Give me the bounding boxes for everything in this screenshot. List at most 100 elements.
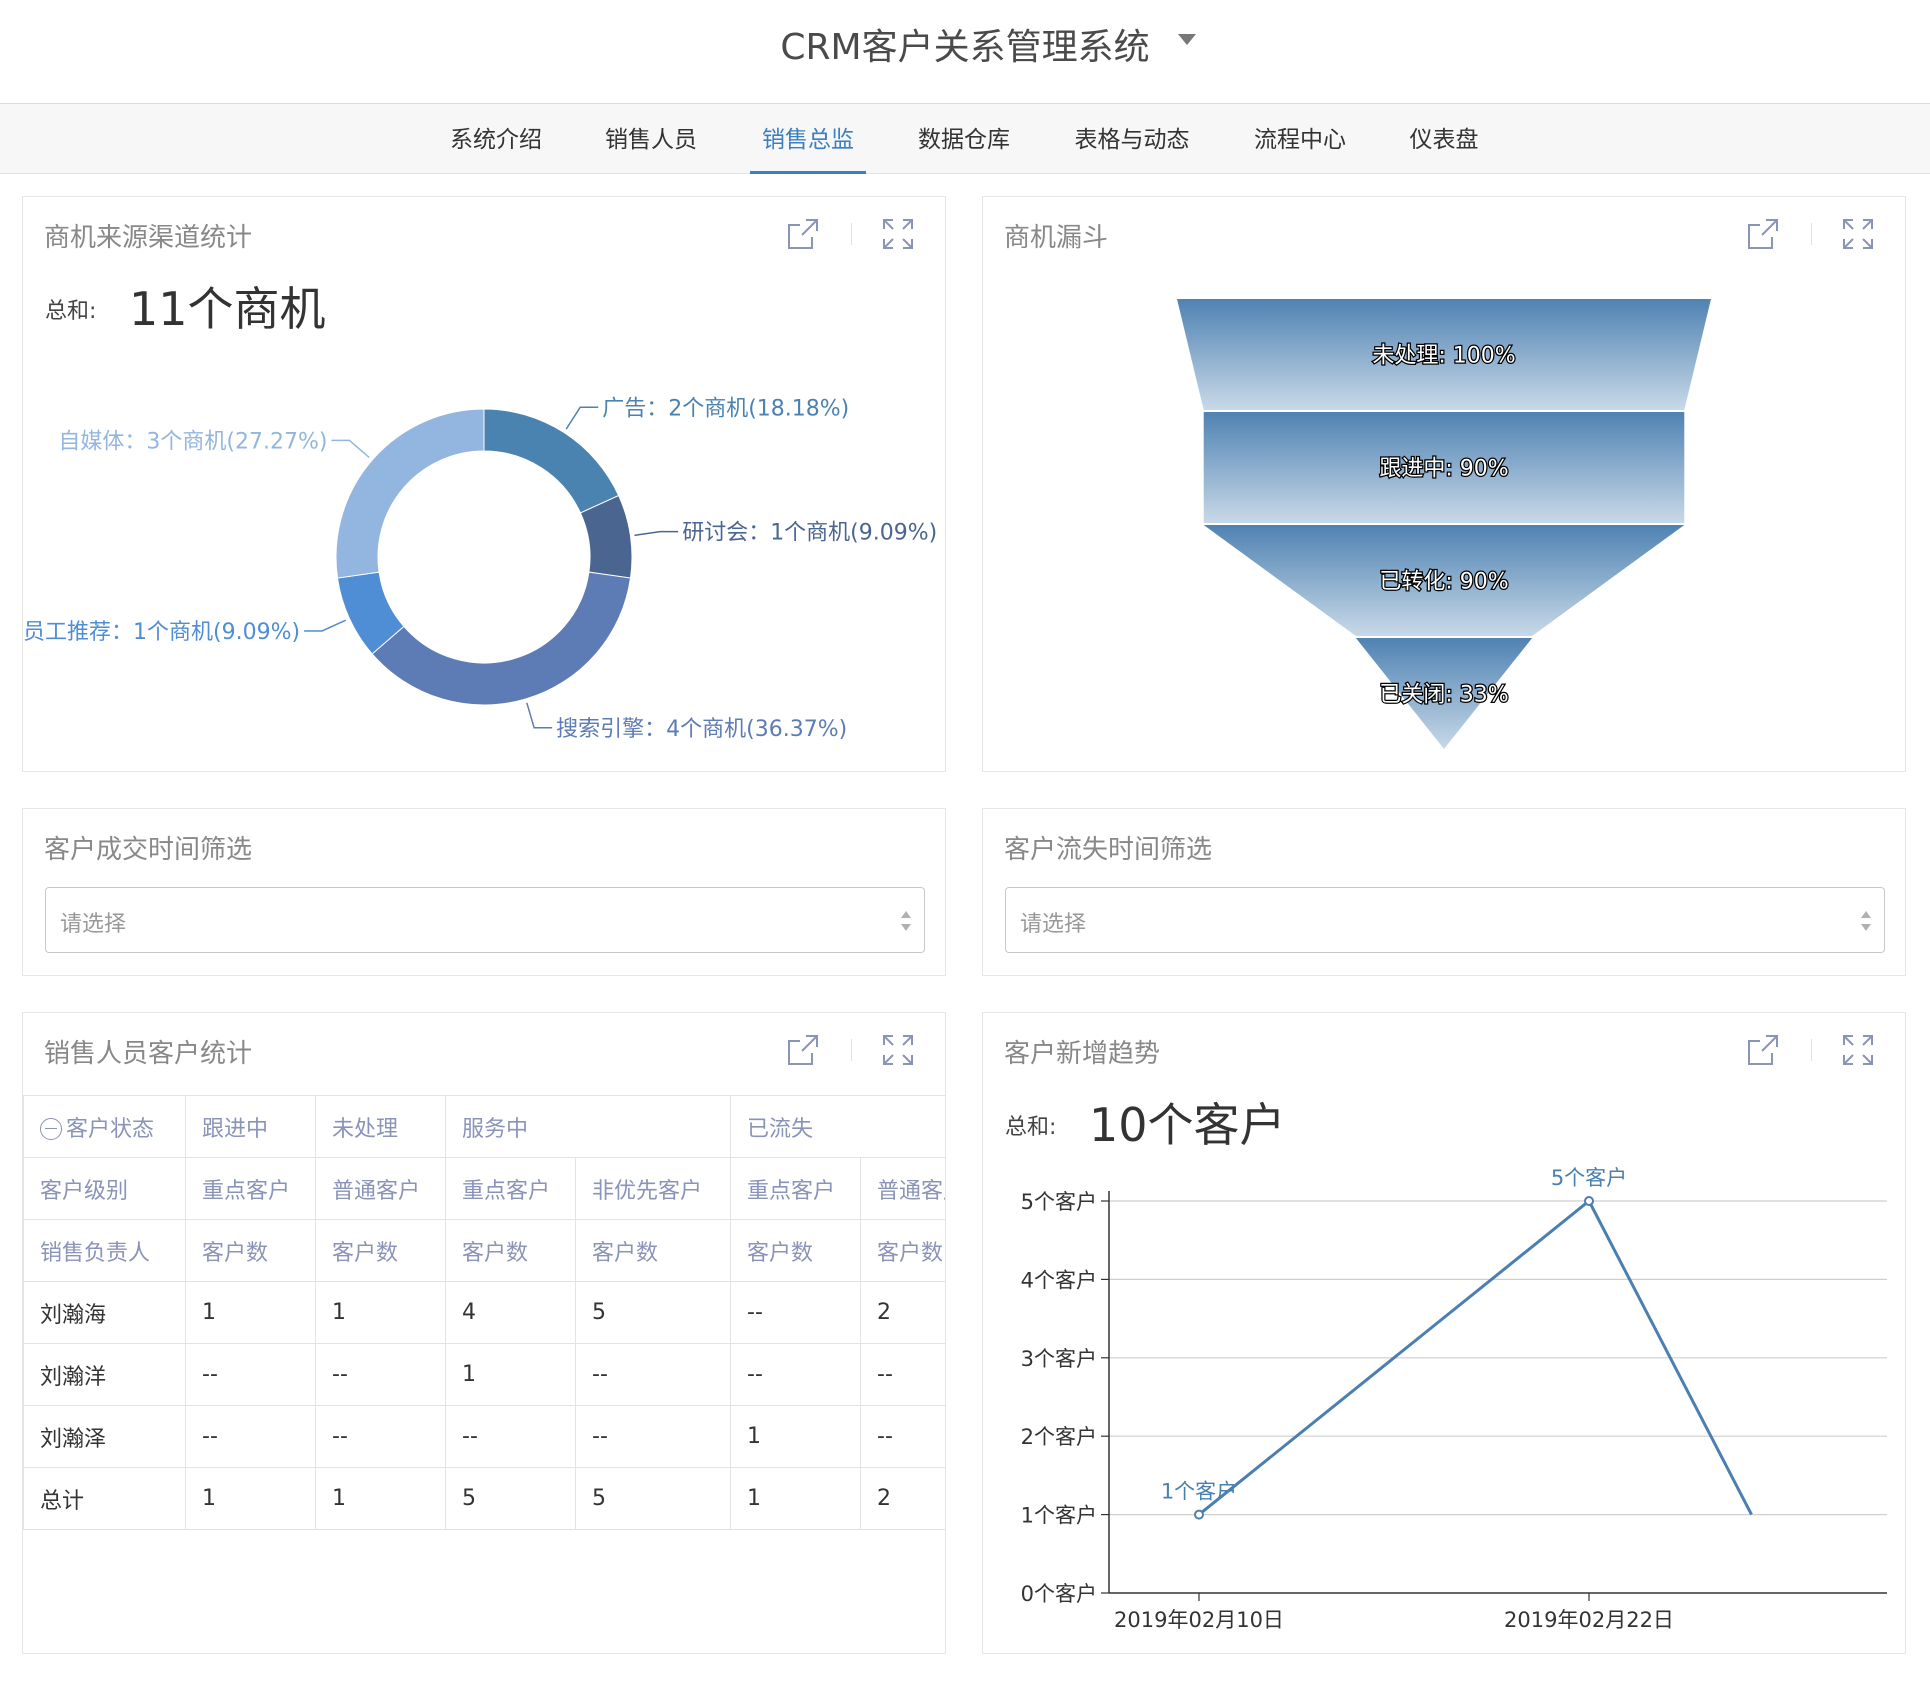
value-cell: -- xyxy=(185,1405,316,1468)
lost-time-select[interactable]: 请选择 xyxy=(1005,887,1885,953)
row-name-cell: 刘瀚洋 xyxy=(23,1343,186,1406)
nav-item-system-intro[interactable]: 系统介绍 xyxy=(448,104,544,174)
donut-slice-label: 搜索引擎：4个商机(36.37%) xyxy=(556,717,847,742)
row-name-cell: 总计 xyxy=(23,1467,186,1530)
y-tick-label: 0个客户 xyxy=(1021,1582,1097,1606)
value-cell: -- xyxy=(574,1343,732,1406)
select-placeholder: 请选择 xyxy=(1020,912,1087,937)
deal-time-select[interactable]: 请选择 xyxy=(45,887,925,953)
owner-cell: 客户数 xyxy=(860,1219,945,1282)
owner-cell: 客户数 xyxy=(315,1219,446,1282)
minus-circle-icon[interactable] xyxy=(40,1117,62,1140)
donut-leader-line xyxy=(565,406,599,430)
nav-item-salesperson[interactable]: 销售人员 xyxy=(603,104,699,174)
owner-cell: 客户数 xyxy=(730,1219,862,1282)
donut-slice[interactable] xyxy=(483,408,620,514)
nav-item-tables-dynamics[interactable]: 表格与动态 xyxy=(1071,104,1193,174)
value-cell: -- xyxy=(860,1405,945,1468)
app-title[interactable]: CRM客户关系管理系统 xyxy=(0,18,1930,70)
funnel-stage-label: 跟进中: 90% xyxy=(1379,457,1508,482)
customer-trend-panel: 客户新增趋势 总和: 10个客户 0个客户 1个客户 2个客户 3个客户 4个客户 5个客… xyxy=(982,1012,1906,1654)
value-cell: -- xyxy=(860,1343,945,1406)
value-cell: 1 xyxy=(445,1343,576,1406)
data-point-label: 5个客户 xyxy=(1551,1166,1627,1190)
status-cell: 服务中 xyxy=(444,1095,732,1158)
opportunity-funnel-panel: 商机漏斗 未处理: 100% 跟进中: 90% 已转化: 90% 已关闭: 33% xyxy=(982,196,1906,772)
y-tick-label: 4个客户 xyxy=(1021,1268,1097,1292)
value-cell: 1 xyxy=(185,1467,316,1530)
donut-leader-line xyxy=(634,530,679,537)
status-cell: 跟进中 xyxy=(185,1095,316,1158)
level-cell: 普通客户 xyxy=(315,1157,446,1220)
owner-cell: 客户数 xyxy=(574,1219,732,1282)
lost-time-filter-panel: 客户流失时间筛选 请选择 xyxy=(982,808,1906,976)
value-cell: 5 xyxy=(574,1467,732,1530)
owner-cell: 客户数 xyxy=(445,1219,576,1282)
data-point[interactable] xyxy=(1194,1509,1204,1520)
value-cell: -- xyxy=(445,1405,576,1468)
owner-cell: 销售负责人 xyxy=(23,1219,186,1282)
value-cell: -- xyxy=(730,1343,862,1406)
chevron-down-icon[interactable] xyxy=(1178,34,1196,45)
status-cell: 未处理 xyxy=(315,1095,446,1158)
donut-slice-label: 自媒体：3个商机(27.27%) xyxy=(58,429,327,454)
y-tick-label: 3个客户 xyxy=(1021,1347,1097,1371)
funnel-chart: 未处理: 100% 跟进中: 90% 已转化: 90% 已关闭: 33% xyxy=(1177,299,1711,749)
donut-slice[interactable] xyxy=(371,571,632,706)
sales-customer-stats-panel: 销售人员客户统计 客户状态 跟进中 未处理 服务中 已流失 客户级别 重点客户 … xyxy=(22,1012,946,1654)
nav-item-dashboard[interactable]: 仪表盘 xyxy=(1408,104,1480,174)
panel-title: 客户成交时间筛选 xyxy=(44,835,253,865)
app-title-text[interactable]: CRM客户关系管理系统 xyxy=(780,27,1149,68)
donut-slice[interactable] xyxy=(335,408,485,579)
level-cell: 客户级别 xyxy=(23,1157,186,1220)
status-cell: 已流失 xyxy=(730,1095,945,1158)
panel-title: 客户流失时间筛选 xyxy=(1004,835,1213,865)
source-channel-panel: 商机来源渠道统计 总和: 11个商机 广告：2个商机(18.18%) 研讨会：1个… xyxy=(22,196,946,772)
data-point-label: 1个客户 xyxy=(1161,1480,1237,1504)
donut-leader-line xyxy=(331,439,370,459)
row-name-cell: 刘瀚海 xyxy=(23,1281,186,1344)
table-row: 刘瀚洋 -- -- 1 -- -- -- xyxy=(23,1343,945,1406)
level-cell: 重点客户 xyxy=(730,1157,862,1220)
x-tick-label: 2019年02月22日 xyxy=(1504,1608,1674,1632)
top-bar: CRM客户关系管理系统 xyxy=(0,0,1930,104)
donut-slice-label: 广告：2个商机(18.18%) xyxy=(602,396,849,421)
deal-time-filter-panel: 客户成交时间筛选 请选择 xyxy=(22,808,946,976)
x-tick-label: 2019年02月10日 xyxy=(1114,1608,1284,1632)
value-cell: 1 xyxy=(315,1281,446,1344)
sales-pivot-table: 客户状态 跟进中 未处理 服务中 已流失 客户级别 重点客户 普通客户 重点客户… xyxy=(23,1095,945,1530)
value-cell: -- xyxy=(574,1405,732,1468)
table-row-total: 总计 1 1 5 5 1 2 xyxy=(23,1467,945,1530)
level-cell: 非优先客户 xyxy=(574,1157,732,1220)
nav-item-sales-director[interactable]: 销售总监 xyxy=(750,104,866,174)
donut-leader-line xyxy=(526,702,553,729)
status-header-cell[interactable]: 客户状态 xyxy=(23,1095,186,1158)
customer-trend-line-chart: 0个客户 1个客户 2个客户 3个客户 4个客户 5个客户 2019年02月10日 2019年… xyxy=(1021,1166,1887,1632)
panel-title: 销售人员客户统计 xyxy=(44,1039,253,1069)
updown-arrows-icon xyxy=(901,911,911,931)
donut-slice-label: 研讨会：1个商机(9.09%) xyxy=(682,521,937,546)
row-name-cell: 刘瀚泽 xyxy=(23,1405,186,1468)
level-cell: 普通客户 xyxy=(860,1157,945,1220)
value-cell: 2 xyxy=(860,1467,945,1530)
nav-item-process-center[interactable]: 流程中心 xyxy=(1252,104,1348,174)
value-cell: 5 xyxy=(445,1467,576,1530)
owner-header-row: 销售负责人 客户数 客户数 客户数 客户数 客户数 客户数 xyxy=(23,1219,945,1282)
main-nav: 系统介绍 销售人员 销售总监 数据仓库 表格与动态 流程中心 仪表盘 xyxy=(0,104,1930,174)
toolbar-divider xyxy=(851,1039,852,1061)
value-cell: 4 xyxy=(445,1281,576,1344)
level-cell: 重点客户 xyxy=(445,1157,576,1220)
level-header-row: 客户级别 重点客户 普通客户 重点客户 非优先客户 重点客户 普通客户 xyxy=(23,1157,945,1220)
table-row: 刘瀚泽 -- -- -- -- 1 -- xyxy=(23,1405,945,1468)
funnel-stage-label: 已转化: 90% xyxy=(1379,570,1508,595)
nav-item-data-warehouse[interactable]: 数据仓库 xyxy=(916,104,1012,174)
value-cell: 1 xyxy=(730,1405,862,1468)
external-link-icon[interactable] xyxy=(786,1033,820,1067)
updown-arrows-icon xyxy=(1861,911,1871,931)
status-header-row: 客户状态 跟进中 未处理 服务中 已流失 xyxy=(23,1095,945,1158)
data-point[interactable] xyxy=(1584,1196,1594,1206)
y-tick-label: 5个客户 xyxy=(1021,1190,1097,1214)
value-cell: -- xyxy=(315,1405,446,1468)
fullscreen-icon[interactable] xyxy=(881,1033,915,1067)
value-cell: 1 xyxy=(185,1281,316,1344)
